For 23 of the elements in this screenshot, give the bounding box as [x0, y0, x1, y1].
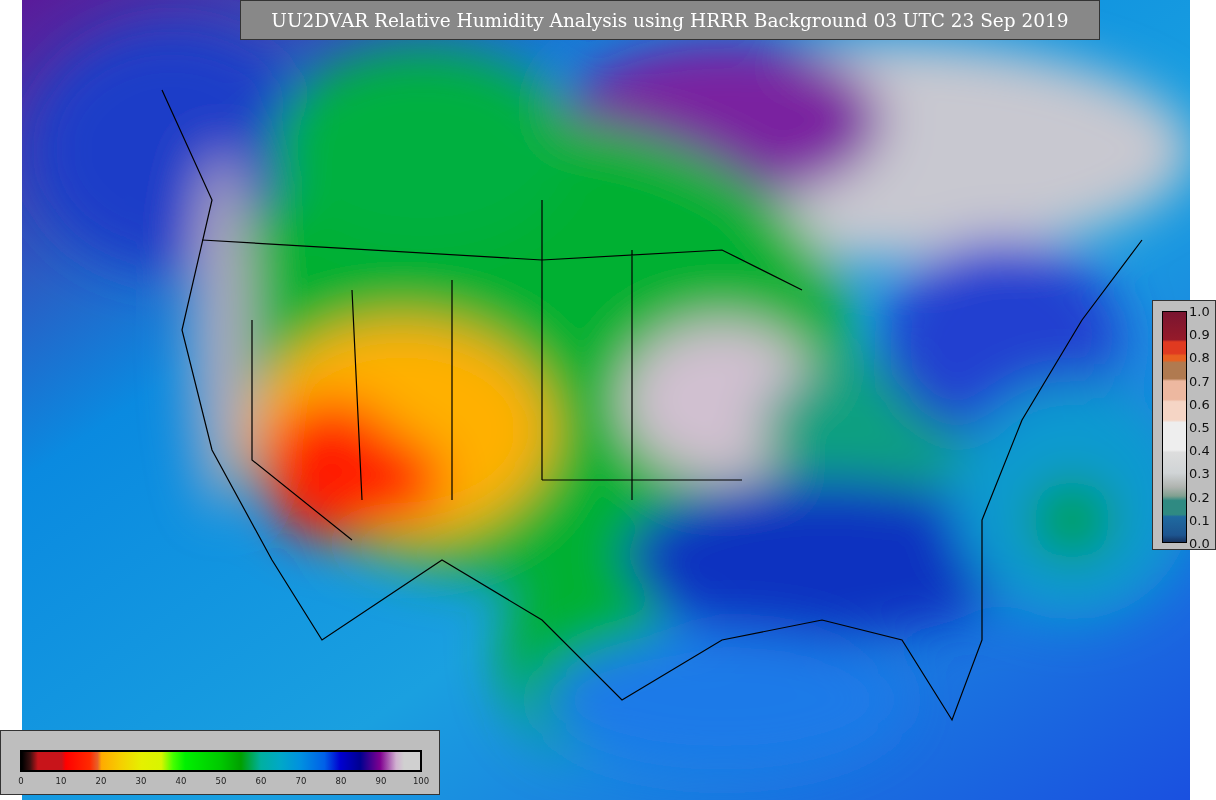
tick-label: 0.9 — [1189, 326, 1210, 342]
tick-label: 0.5 — [1189, 419, 1210, 435]
tick-label: 0 — [18, 776, 24, 786]
tick-label: 0.2 — [1189, 489, 1210, 505]
tick-label: 40 — [175, 776, 187, 786]
tick-label: 30 — [135, 776, 147, 786]
tick-label: 0.0 — [1189, 535, 1210, 551]
tick-label: 0.4 — [1189, 442, 1210, 458]
tick-label: 100 — [412, 776, 430, 786]
tick-label: 0.8 — [1189, 349, 1210, 365]
tick-label: 60 — [255, 776, 267, 786]
tick-label: 70 — [295, 776, 307, 786]
tick-label: 50 — [215, 776, 227, 786]
tick-label: 1.0 — [1189, 303, 1210, 319]
tick-label: 0.1 — [1189, 512, 1210, 528]
tick-label: 90 — [375, 776, 387, 786]
tick-label: 0.3 — [1189, 465, 1210, 481]
tick-label: 10 — [55, 776, 67, 786]
tick-label: 80 — [335, 776, 347, 786]
tick-label: 0.7 — [1189, 373, 1210, 389]
map-title: UU2DVAR Relative Humidity Analysis using HRRR Background 03 UTC 23 Sep 2019 — [240, 0, 1100, 40]
tick-label: 20 — [95, 776, 107, 786]
tick-label: 0.6 — [1189, 396, 1210, 412]
